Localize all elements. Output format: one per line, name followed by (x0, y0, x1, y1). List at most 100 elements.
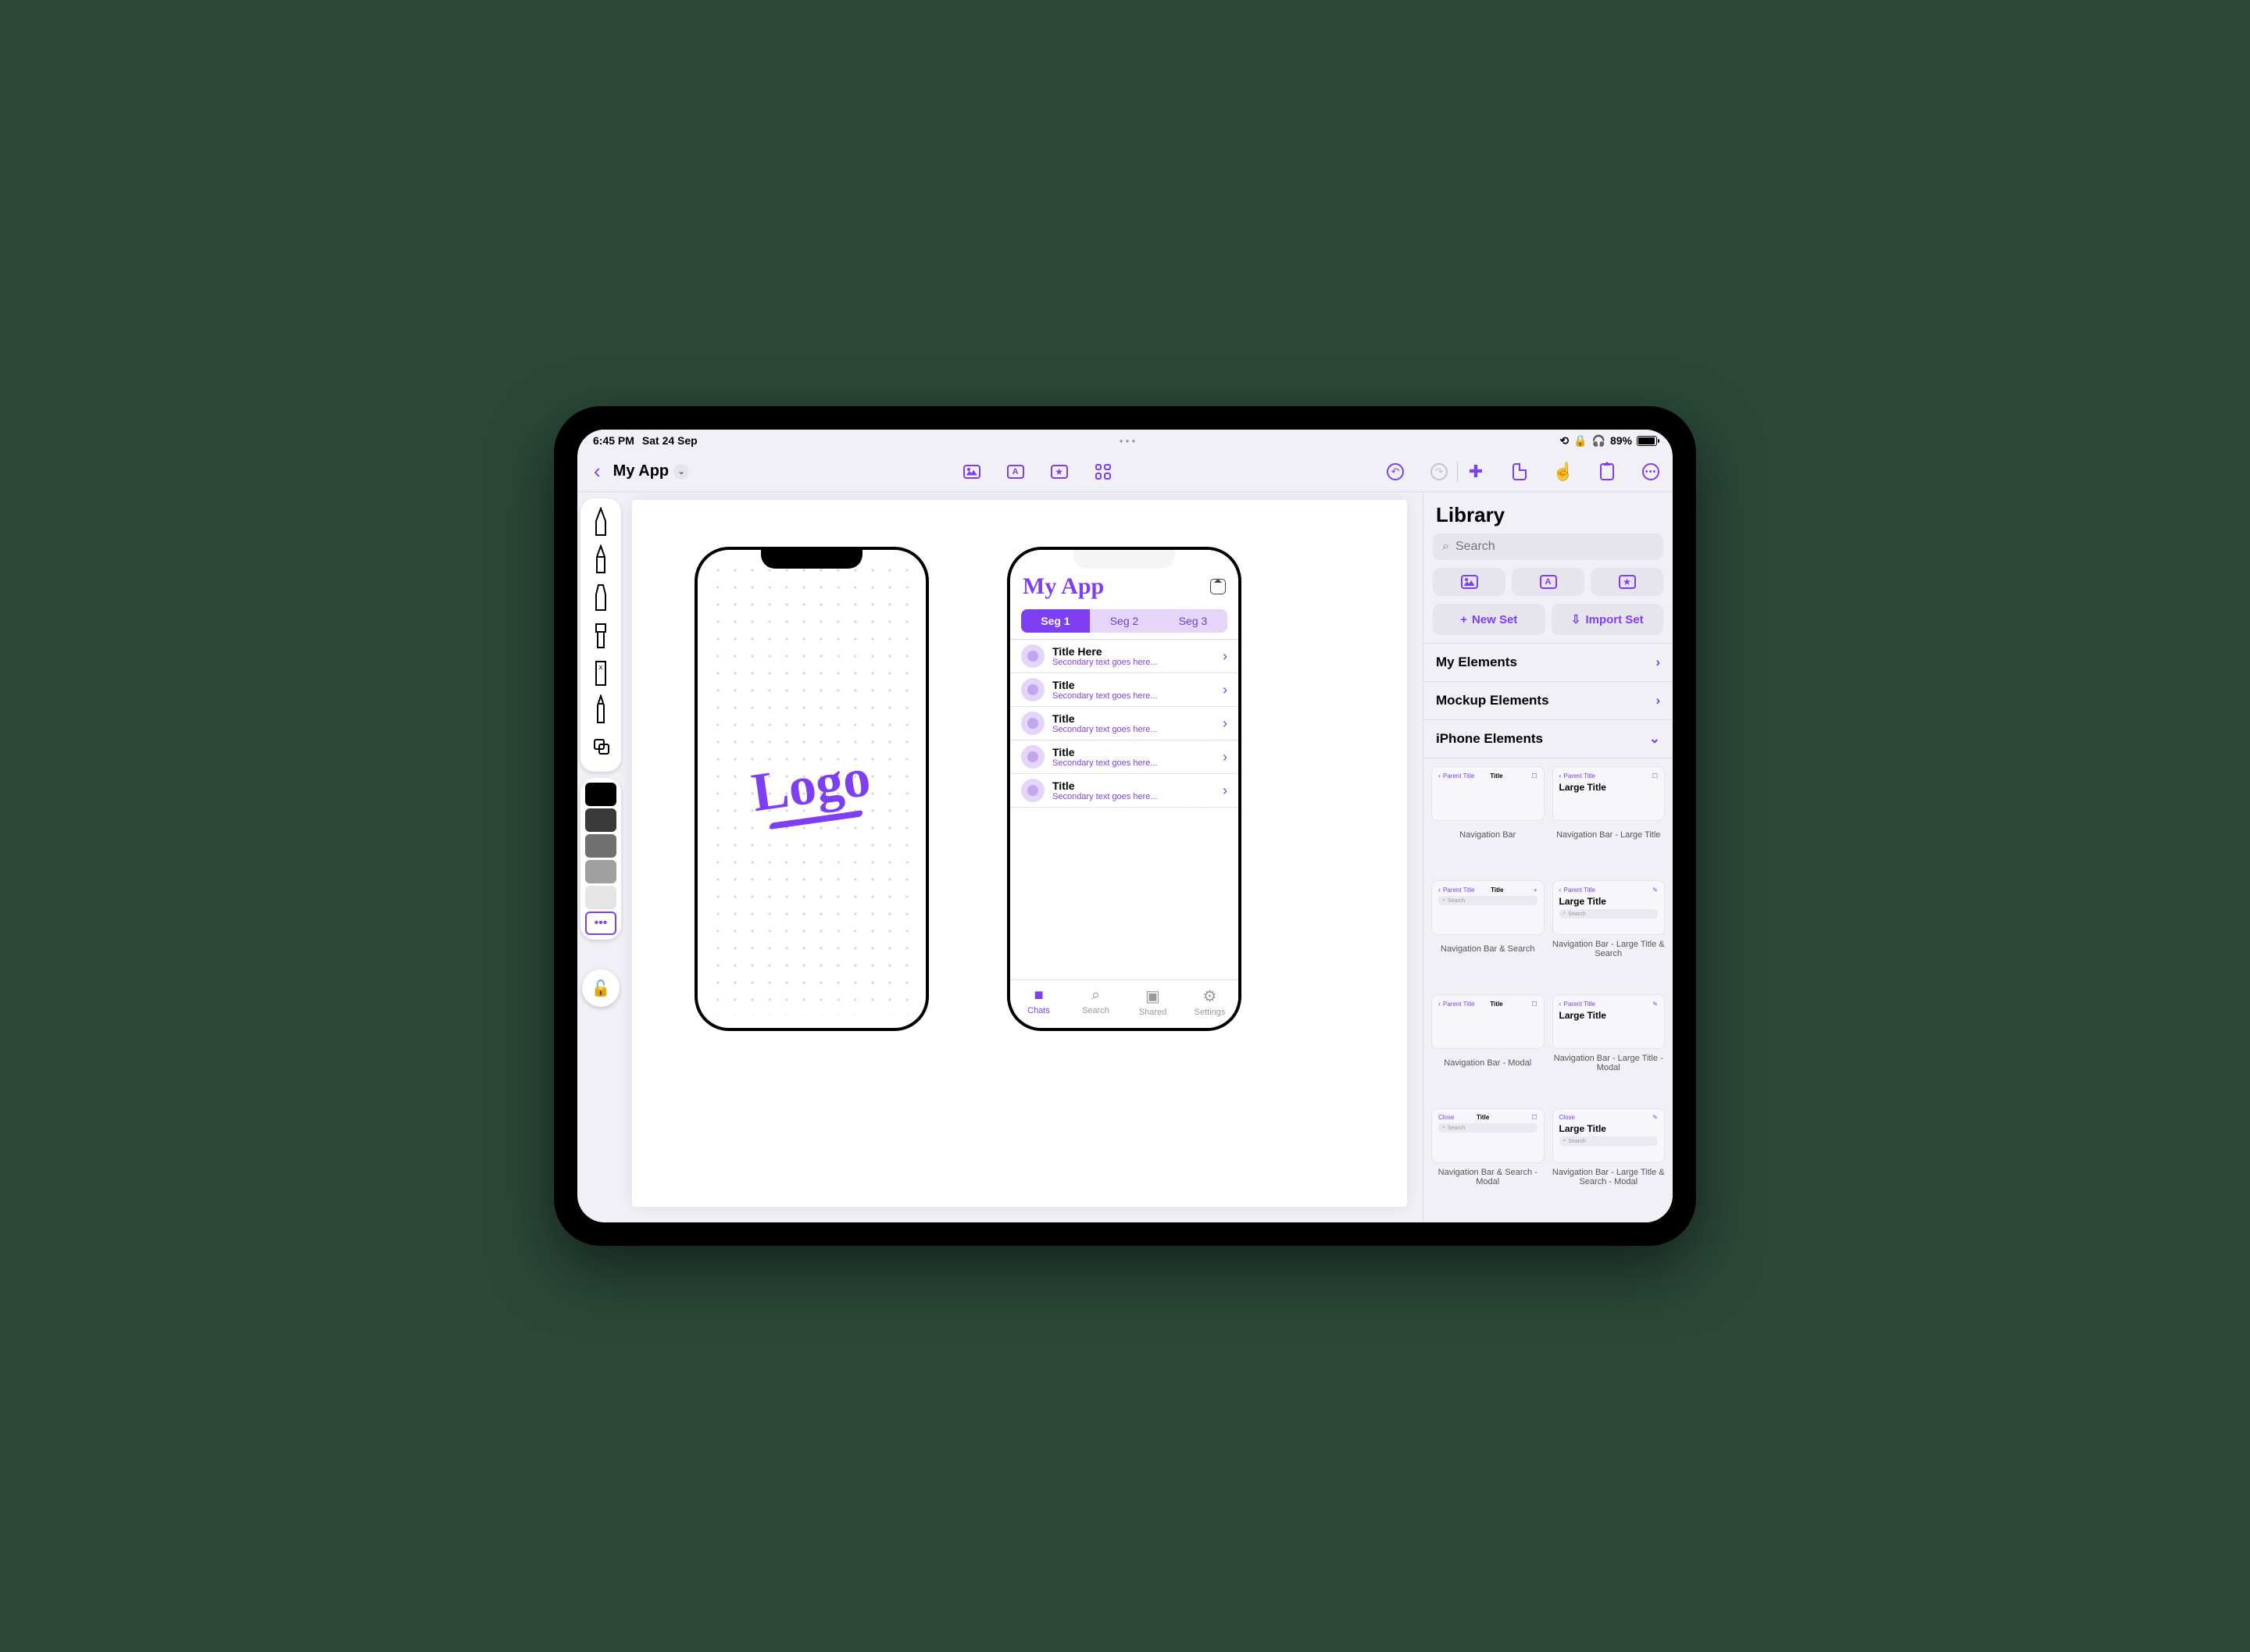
new-set-button[interactable]: + New Set (1433, 604, 1545, 635)
history-tools: ↶ ↷ (1385, 462, 1449, 482)
list-item[interactable]: Title Here Secondary text goes here... › (1010, 640, 1238, 673)
puzzle-icon[interactable]: ✚ (1466, 462, 1486, 482)
canvas-area[interactable]: Logo My App (624, 492, 1423, 1222)
share-icon[interactable] (1597, 462, 1617, 482)
svg-text:x: x (599, 663, 603, 671)
section-mockup-elements[interactable]: Mockup Elements › (1423, 681, 1673, 719)
mockup-phone-splash[interactable]: Logo (695, 547, 929, 1031)
status-date: Sat 24 Sep (642, 434, 698, 447)
search-icon: ⌕ (1091, 987, 1100, 1004)
image-tool-icon[interactable] (962, 462, 982, 482)
new-set-label: New Set (1472, 613, 1517, 626)
fine-pen-tool[interactable] (585, 692, 616, 728)
color-swatch-custom[interactable]: ••• (585, 912, 616, 935)
filter-text[interactable] (1512, 568, 1584, 596)
color-swatch-2[interactable] (585, 834, 616, 858)
library-item[interactable]: ‹Parent TitleTitle☐ Navigation Bar (1431, 766, 1545, 872)
item-caption: Navigation Bar & Search - Modal (1431, 1167, 1545, 1187)
mockup-phone-list[interactable]: My App Seg 1 Seg 2 Seg 3 (1007, 547, 1241, 1031)
battery-icon (1637, 436, 1657, 446)
chevron-right-icon: › (1223, 715, 1227, 732)
segment-1[interactable]: Seg 1 (1021, 609, 1090, 633)
library-item[interactable]: ‹Parent Title✎Large Title⌕Search Navigat… (1552, 880, 1666, 987)
color-swatch-1[interactable] (585, 808, 616, 832)
filter-images[interactable] (1433, 568, 1505, 596)
color-swatch-0[interactable] (585, 783, 616, 806)
library-item[interactable]: Close✎Large Title⌕Search Navigation Bar … (1552, 1108, 1666, 1215)
section-label: My Elements (1436, 655, 1517, 670)
row-subtitle: Secondary text goes here... (1052, 725, 1215, 734)
section-my-elements[interactable]: My Elements › (1423, 643, 1673, 681)
chevron-down-icon: ⌄ (1649, 731, 1660, 747)
filter-star[interactable] (1591, 568, 1663, 596)
tab-label: Search (1082, 1006, 1109, 1015)
lock-rotation-icon: 🔒 (1573, 434, 1587, 448)
screen: 6:45 PM Sat 24 Sep ●●● ⟲ 🔒 🎧 89% ‹ My Ap… (577, 430, 1673, 1222)
redo-button[interactable]: ↷ (1429, 462, 1449, 482)
tab-search[interactable]: ⌕ Search (1067, 987, 1124, 1017)
document-title[interactable]: My App ⌄ (613, 462, 689, 480)
library-search[interactable]: ⌕ (1433, 533, 1663, 560)
chevron-right-icon: › (1223, 783, 1227, 799)
plus-icon: + (1460, 613, 1467, 626)
divider (1457, 462, 1458, 482)
logo[interactable]: Logo (698, 550, 926, 1028)
list-item[interactable]: Title Secondary text goes here... › (1010, 774, 1238, 808)
item-caption: Navigation Bar - Modal (1444, 1053, 1531, 1073)
link-icon: ⟲ (1559, 434, 1569, 448)
list-item[interactable]: Title Secondary text goes here... › (1010, 740, 1238, 774)
canvas[interactable]: Logo My App (632, 500, 1407, 1207)
library-item[interactable]: ‹Parent TitleTitle+⌕Search Navigation Ba… (1431, 880, 1545, 987)
section-iphone-elements[interactable]: iPhone Elements ⌄ (1423, 719, 1673, 758)
library-item[interactable]: CloseTitle☐⌕Search Navigation Bar & Sear… (1431, 1108, 1545, 1215)
library-grid[interactable]: ‹Parent TitleTitle☐ Navigation Bar ‹Pare… (1423, 758, 1673, 1222)
star-tool-icon[interactable] (1049, 462, 1070, 482)
color-swatch-3[interactable] (585, 860, 616, 883)
search-input[interactable] (1455, 540, 1654, 554)
segmented-control[interactable]: Seg 1 Seg 2 Seg 3 (1021, 609, 1227, 633)
color-swatch-4[interactable] (585, 886, 616, 909)
library-item[interactable]: ‹Parent Title✎Large Title Navigation Bar… (1552, 994, 1666, 1101)
page-icon[interactable] (1509, 462, 1530, 482)
text-tool-icon[interactable] (1005, 462, 1026, 482)
drawing-tools: x (580, 498, 621, 772)
tab-chats[interactable]: ■Chats (1010, 987, 1067, 1017)
back-button[interactable]: ‹ (589, 459, 605, 483)
marker-tool[interactable] (585, 580, 616, 615)
mock-app-title[interactable]: My App (1023, 573, 1104, 600)
folder-icon: ▣ (1145, 987, 1160, 1006)
import-set-button[interactable]: ⇩Import Set (1552, 604, 1664, 635)
pencil-tool[interactable] (585, 542, 616, 578)
tab-settings[interactable]: ⚙Settings (1181, 987, 1238, 1017)
segment-3[interactable]: Seg 3 (1159, 609, 1227, 633)
gear-icon: ⚙ (1203, 987, 1217, 1006)
chevron-down-icon[interactable]: ⌄ (673, 464, 689, 480)
segment-2[interactable]: Seg 2 (1090, 609, 1159, 633)
avatar-icon (1021, 745, 1045, 769)
library-title: Library (1423, 492, 1673, 533)
multitask-dots-icon[interactable]: ●●● (698, 437, 1560, 444)
library-item[interactable]: ‹Parent Title☐Large Title Navigation Bar… (1552, 766, 1666, 872)
library-item[interactable]: ‹Parent TitleTitle☐ Navigation Bar - Mod… (1431, 994, 1545, 1101)
chevron-right-icon: › (1655, 655, 1660, 670)
tab-shared[interactable]: ▣Shared (1124, 987, 1181, 1017)
pen-tool[interactable] (585, 505, 616, 541)
list-item[interactable]: Title Secondary text goes here... › (1010, 707, 1238, 740)
undo-button[interactable]: ↶ (1385, 462, 1405, 482)
eraser-tool[interactable]: x (585, 655, 616, 690)
headphones-icon: 🎧 (1592, 434, 1605, 448)
avatar-icon (1021, 779, 1045, 802)
right-tools: ✚ ☝ ••• (1466, 462, 1661, 482)
download-icon: ⇩ (1571, 612, 1581, 626)
hand-tool-icon[interactable]: ☝ (1553, 462, 1573, 482)
document-title-text: My App (613, 462, 669, 480)
chevron-right-icon: › (1223, 682, 1227, 698)
shapes-tool[interactable] (585, 730, 616, 765)
avatar-icon (1021, 678, 1045, 701)
grid-tool-icon[interactable] (1093, 462, 1113, 482)
brush-tool[interactable] (585, 617, 616, 653)
lock-button[interactable]: 🔓 (582, 969, 620, 1007)
share-icon[interactable] (1210, 579, 1226, 594)
more-icon[interactable]: ••• (1641, 462, 1661, 482)
list-item[interactable]: Title Secondary text goes here... › (1010, 673, 1238, 707)
